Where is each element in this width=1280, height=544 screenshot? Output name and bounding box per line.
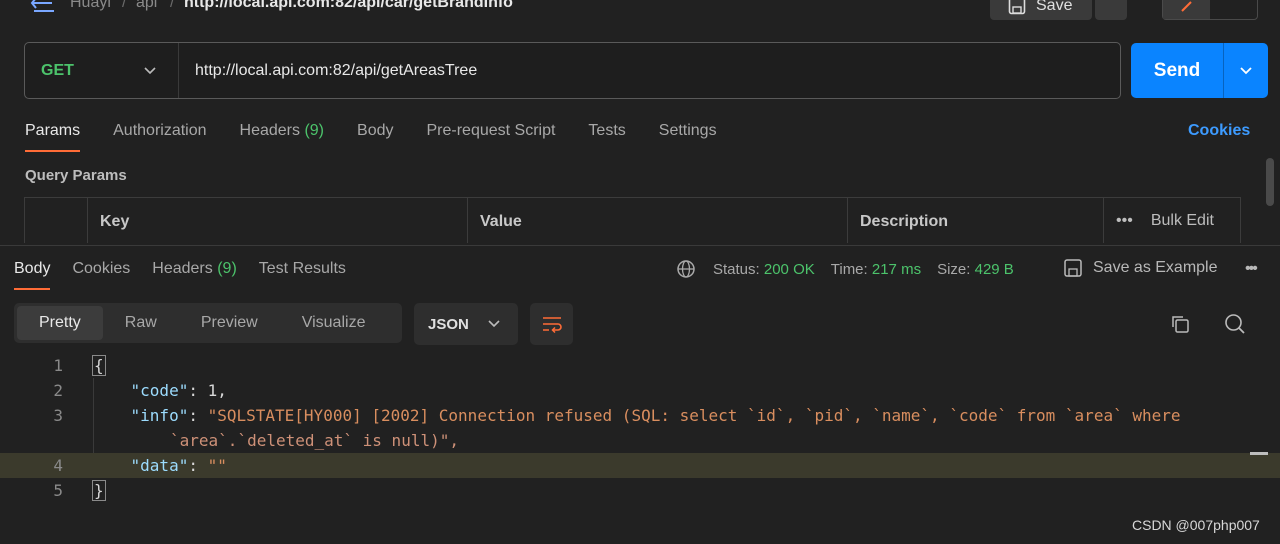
- wrap-lines-icon: [542, 317, 562, 333]
- http-request-icon: [30, 0, 54, 12]
- send-button-group: Send: [1131, 43, 1268, 98]
- tab-response-cookies[interactable]: Cookies: [72, 260, 130, 278]
- view-mode-group: Pretty Raw Preview Visualize: [14, 303, 402, 343]
- line-number: 4: [53, 456, 63, 475]
- view-visualize[interactable]: Visualize: [280, 306, 388, 340]
- json-key: "data": [130, 456, 189, 475]
- tab-settings[interactable]: Settings: [659, 120, 717, 154]
- size-label: Size:: [937, 260, 971, 278]
- chevron-down-icon: [488, 320, 500, 328]
- json-brace: {: [92, 355, 106, 376]
- column-header-key: Key: [100, 213, 130, 230]
- response-headers-count: (9): [217, 260, 237, 277]
- send-button[interactable]: Send: [1131, 60, 1223, 82]
- breadcrumb-separator: /: [122, 0, 127, 11]
- response-tabs: Body Cookies Headers (9) Test Results: [14, 260, 368, 290]
- chevron-down-icon: [144, 66, 156, 74]
- save-icon: [1008, 0, 1026, 15]
- status-label: Status:: [713, 260, 760, 278]
- tab-response-body[interactable]: Body: [14, 260, 51, 290]
- tab-body[interactable]: Body: [357, 120, 393, 154]
- json-key: "info": [130, 406, 189, 425]
- query-params-table: Key Value Description ••• Bulk Edit: [24, 197, 1241, 243]
- view-preview[interactable]: Preview: [179, 306, 280, 340]
- code-line: 1 {: [0, 353, 1280, 378]
- tab-params[interactable]: Params: [25, 120, 81, 154]
- method-label: GET: [41, 61, 74, 79]
- tab-tests[interactable]: Tests: [588, 120, 625, 154]
- breadcrumb-separator: /: [170, 0, 175, 11]
- url-input[interactable]: http://local.api.com:82/api/getAreasTree: [179, 62, 477, 80]
- size-value[interactable]: 429 B: [975, 261, 1014, 278]
- breadcrumb-request-name[interactable]: http://local.api.com:82/api/car/getBrand…: [184, 0, 513, 12]
- breadcrumb-workspace[interactable]: Huayi: [70, 0, 111, 12]
- save-label: Save: [1036, 0, 1073, 14]
- save-icon: [1064, 259, 1082, 277]
- json-value: 1,: [207, 381, 227, 400]
- method-select[interactable]: GET: [25, 43, 179, 98]
- format-label: JSON: [428, 315, 469, 333]
- line-number: 3: [53, 406, 63, 425]
- column-header-description: Description: [860, 213, 949, 230]
- line-number: 2: [53, 381, 63, 400]
- more-options-icon[interactable]: •••: [1116, 212, 1133, 243]
- json-brace: }: [92, 480, 106, 501]
- view-raw[interactable]: Raw: [103, 306, 179, 340]
- line-number: 1: [53, 356, 63, 375]
- more-options-icon[interactable]: •••: [1245, 260, 1258, 278]
- time-label: Time:: [830, 260, 868, 278]
- comment-icon[interactable]: [1210, 0, 1257, 19]
- json-value: "SQLSTATE[HY000] [2002] Connection refus…: [207, 406, 1181, 425]
- watermark: CSDN @007php007: [1132, 517, 1260, 533]
- response-meta: Status: 200 OK Time: 217 ms Size: 429 B: [676, 259, 1014, 279]
- send-dropdown-button[interactable]: [1223, 43, 1268, 98]
- json-value: "": [207, 456, 227, 475]
- save-as-example-label: Save as Example: [1093, 259, 1218, 276]
- code-line: 5 }: [0, 478, 1280, 503]
- tab-response-headers[interactable]: Headers (9): [152, 260, 237, 278]
- wrap-lines-button[interactable]: [530, 303, 573, 345]
- tab-authorization[interactable]: Authorization: [113, 120, 206, 154]
- save-button[interactable]: Save: [990, 0, 1092, 20]
- chevron-down-icon: [1240, 66, 1252, 74]
- checkbox-column: [25, 198, 88, 243]
- request-tabs: Params Authorization Headers (9) Body Pr…: [25, 120, 750, 154]
- edit-mode-toggle[interactable]: [1162, 0, 1258, 20]
- search-icon[interactable]: [1224, 313, 1246, 335]
- headers-count: (9): [304, 122, 325, 139]
- url-bar: GET http://local.api.com:82/api/getAreas…: [24, 42, 1121, 99]
- tab-headers[interactable]: Headers (9): [240, 120, 325, 154]
- copy-icon[interactable]: [1170, 314, 1190, 334]
- cookies-link[interactable]: Cookies: [1188, 122, 1250, 140]
- response-body-viewer[interactable]: 1 { 2 "code": 1, 3 "info": "SQLSTATE[HY0…: [0, 353, 1280, 503]
- code-line: 3 "info": "SQLSTATE[HY000] [2002] Connec…: [0, 403, 1280, 453]
- json-value-wrapped: `area`.`deleted_at` is null)",: [170, 431, 459, 450]
- line-number: 5: [53, 481, 63, 500]
- globe-icon[interactable]: [676, 259, 696, 279]
- format-select[interactable]: JSON: [414, 303, 518, 345]
- edit-icon[interactable]: [1163, 0, 1210, 19]
- tab-test-results[interactable]: Test Results: [259, 260, 346, 278]
- view-pretty[interactable]: Pretty: [17, 306, 103, 340]
- save-dropdown-button[interactable]: [1095, 0, 1127, 20]
- save-as-example-button[interactable]: Save as Example: [1063, 258, 1218, 278]
- breadcrumb-collection[interactable]: api: [136, 0, 157, 12]
- scroll-marker: [1250, 452, 1268, 455]
- tab-pre-request-script[interactable]: Pre-request Script: [426, 120, 555, 154]
- code-line-highlighted: 4 "data": "": [0, 453, 1280, 478]
- time-value[interactable]: 217 ms: [872, 261, 921, 278]
- column-header-value: Value: [480, 213, 522, 230]
- status-badge[interactable]: 200 OK: [764, 261, 815, 278]
- query-params-title: Query Params: [25, 167, 127, 184]
- code-line: 2 "code": 1,: [0, 378, 1280, 403]
- scrollbar[interactable]: [1266, 158, 1274, 206]
- json-key: "code": [130, 381, 189, 400]
- bulk-edit-button[interactable]: Bulk Edit: [1151, 212, 1214, 243]
- pane-divider[interactable]: [0, 245, 1280, 246]
